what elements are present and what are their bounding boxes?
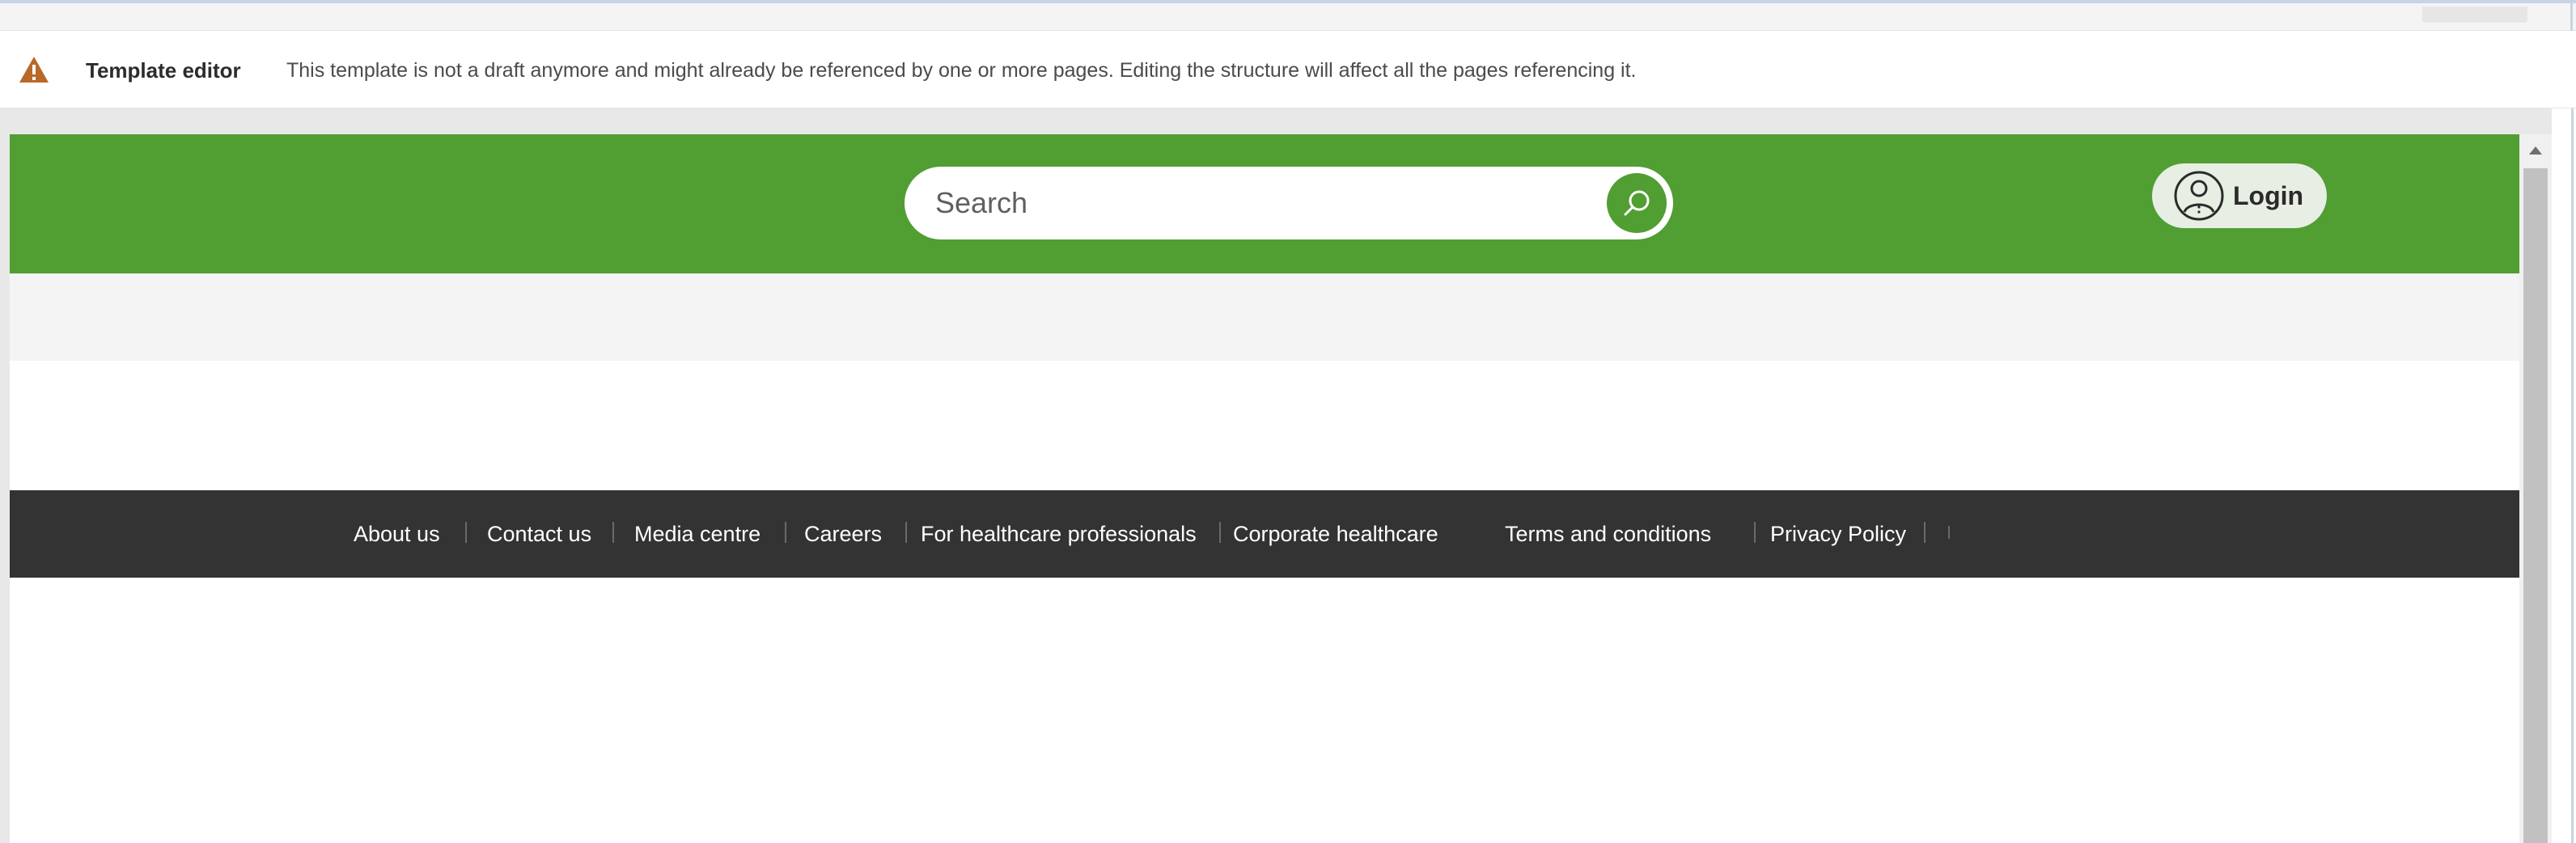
content-band xyxy=(10,273,2519,361)
footer-separator xyxy=(905,522,907,543)
footer-link-contact-us[interactable]: Contact us xyxy=(487,490,591,578)
search-icon xyxy=(1624,190,1650,216)
user-circle-icon xyxy=(2174,171,2224,221)
footer-nav: About us Contact us Media centre Careers… xyxy=(10,490,2519,578)
toolbar-button[interactable] xyxy=(2422,6,2527,23)
footer-link-privacy-policy[interactable]: Privacy Policy xyxy=(1770,490,1906,578)
template-editor-alert: Template editor This template is not a d… xyxy=(0,31,2576,108)
editor-canvas: Login About us Contact us Media centre C… xyxy=(0,108,2576,843)
footer-link-media-centre[interactable]: Media centre xyxy=(634,490,761,578)
footer-separator xyxy=(1219,522,1221,543)
footer-separator xyxy=(785,522,786,543)
footer-separator xyxy=(1924,522,1926,543)
alert-message: This template is not a draft anymore and… xyxy=(286,59,1637,82)
vertical-scrollbar[interactable] xyxy=(2519,134,2552,843)
page-preview-frame: Login About us Contact us Media centre C… xyxy=(10,134,2519,843)
scrollbar-thumb[interactable] xyxy=(2523,168,2548,843)
login-label: Login xyxy=(2233,180,2304,210)
window-edge xyxy=(2570,3,2573,34)
footer-link-corporate-healthcare[interactable]: Corporate healthcare xyxy=(1233,490,1438,578)
footer-link-healthcare-professionals[interactable]: For healthcare professionals xyxy=(921,490,1197,578)
window-edge xyxy=(2571,108,2574,843)
login-button[interactable]: Login xyxy=(2152,163,2327,228)
top-toolbar-strip xyxy=(0,0,2576,34)
footer-separator xyxy=(1948,526,1950,539)
footer-separator xyxy=(612,522,614,543)
footer-separator xyxy=(1754,522,1756,543)
search-input[interactable] xyxy=(934,181,1597,225)
warning-triangle-icon xyxy=(19,57,49,83)
footer-link-about-us[interactable]: About us xyxy=(354,490,440,578)
footer-separator xyxy=(465,522,467,543)
scroll-up-button[interactable] xyxy=(2519,134,2552,167)
footer-link-terms-and-conditions[interactable]: Terms and conditions xyxy=(1505,490,1711,578)
right-margin xyxy=(2552,108,2576,843)
site-header: Login xyxy=(10,134,2519,273)
search-button[interactable] xyxy=(1607,173,1667,233)
search-box xyxy=(905,167,1673,239)
alert-title: Template editor xyxy=(86,58,241,83)
scroll-up-arrow-icon xyxy=(2529,146,2542,155)
footer-link-careers[interactable]: Careers xyxy=(804,490,882,578)
